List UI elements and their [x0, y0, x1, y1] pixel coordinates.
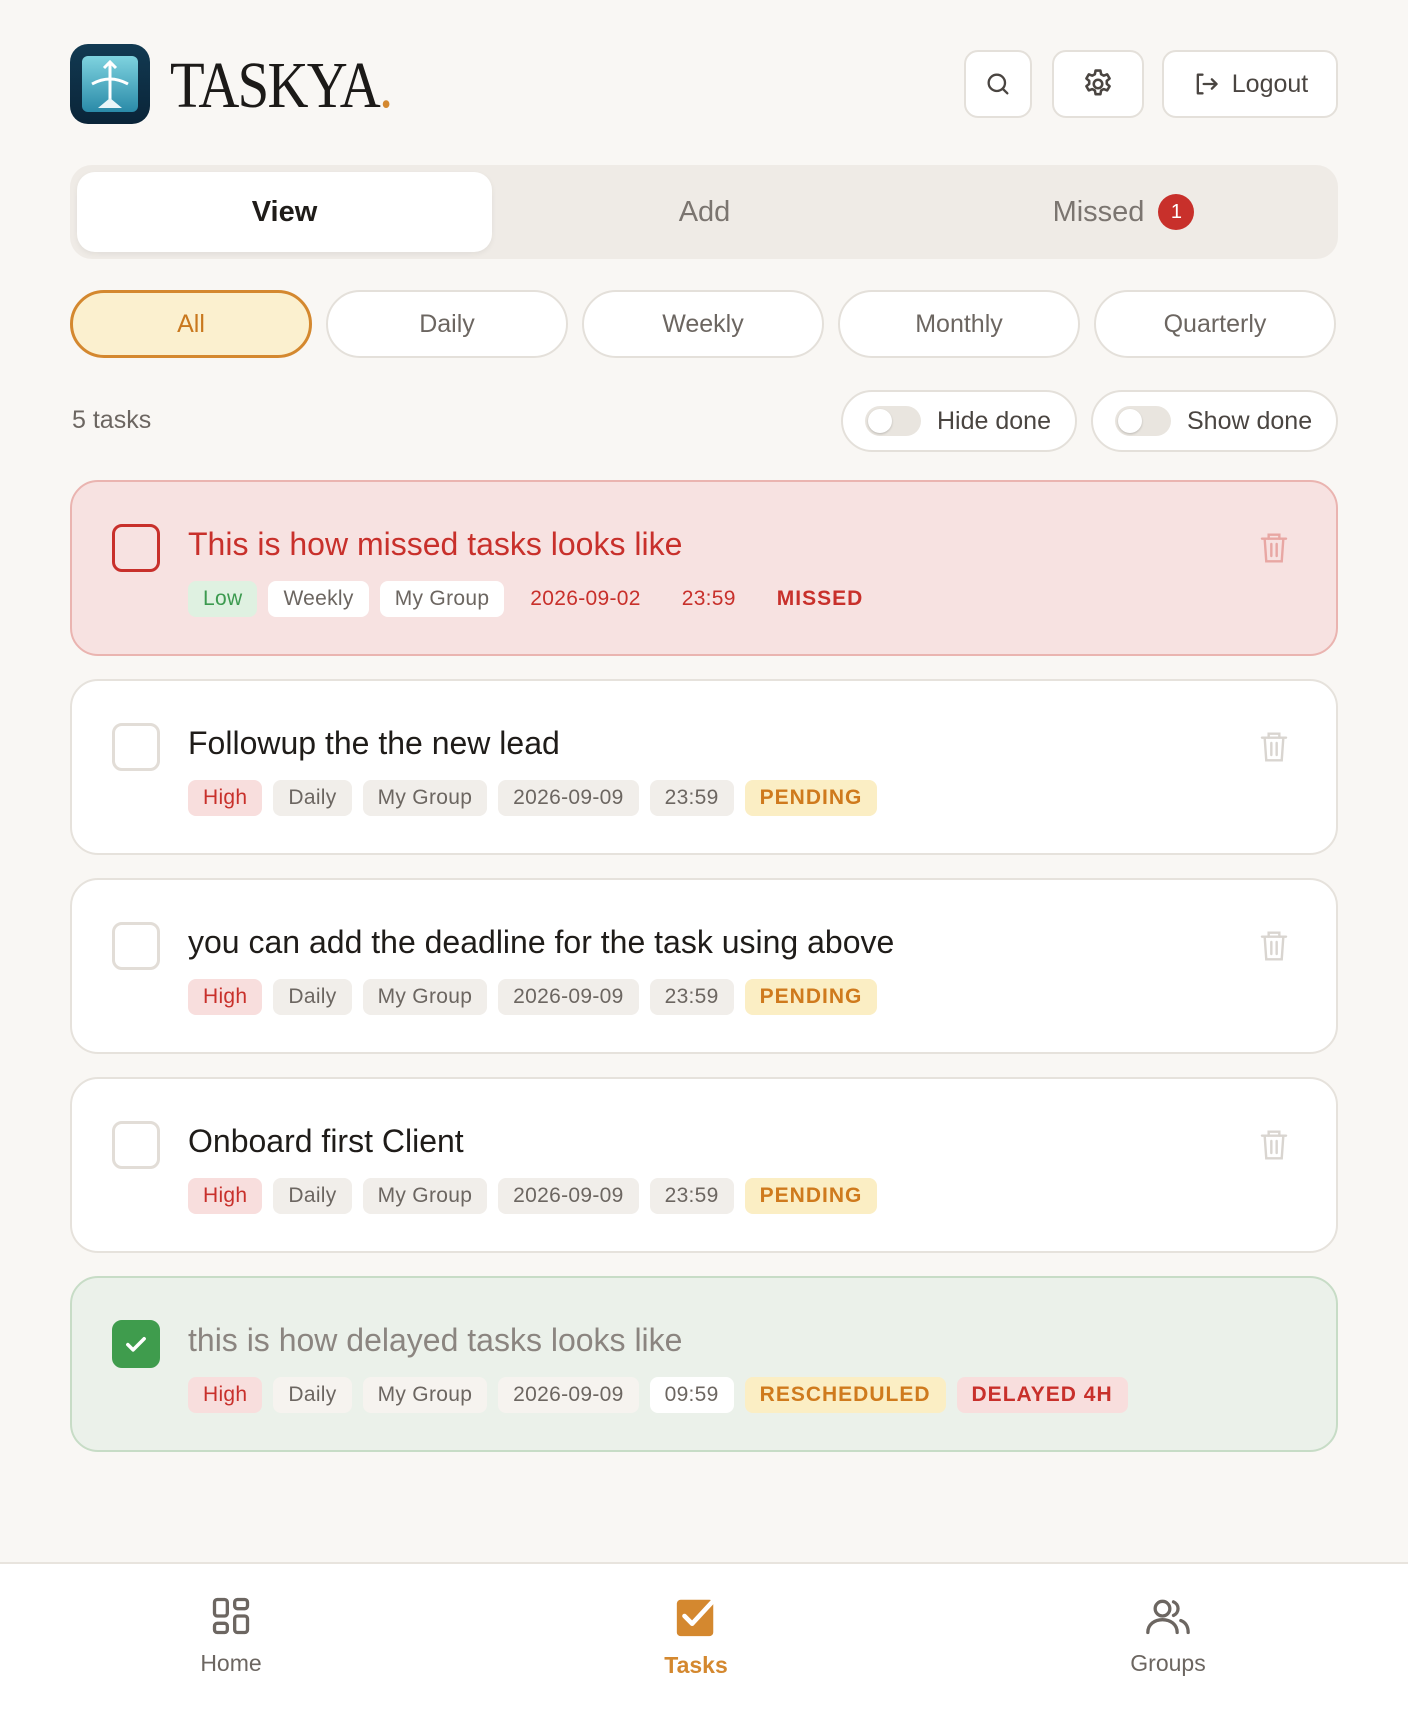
task-tags: Low Weekly My Group 2026-09-02 23:59 MIS… [188, 581, 878, 617]
task-title: you can add the deadline for the task us… [188, 924, 895, 960]
priority-tag: High [188, 780, 263, 816]
frequency-tag: Weekly [268, 581, 369, 617]
missed-count-badge: 1 [1158, 194, 1195, 230]
date-tag: 2026-09-02 [530, 587, 641, 610]
status-tag: PENDING [744, 780, 878, 816]
filter-monthly[interactable]: Monthly [838, 290, 1080, 358]
home-grid-icon [212, 1597, 250, 1635]
nav-tasks-label: Tasks [664, 1652, 728, 1678]
time-tag: 23:59 [649, 780, 734, 816]
date-tag: 2026-09-09 [498, 1178, 639, 1214]
task-card[interactable]: This is how missed tasks looks like Low … [70, 480, 1338, 656]
filter-quarterly[interactable]: Quarterly [1094, 290, 1336, 358]
task-count: 5 tasks [72, 406, 152, 434]
tab-missed[interactable]: Missed 1 [916, 172, 1331, 252]
task-title: Onboard first Client [188, 1123, 464, 1159]
frequency-tag: Daily [273, 780, 352, 816]
task-tags: High Daily My Group 2026-09-09 23:59 PEN… [188, 1178, 878, 1214]
view-tabs: View Add Missed 1 [70, 165, 1338, 259]
status-tag: PENDING [744, 979, 878, 1015]
frequency-filters: All Daily Weekly Monthly Quarterly [70, 290, 1338, 360]
show-done-toggle[interactable]: Show done [1091, 390, 1338, 452]
group-tag: My Group [362, 1377, 488, 1413]
frequency-tag: Daily [273, 1178, 352, 1214]
show-done-label: Show done [1187, 406, 1313, 435]
rescheduled-tag: RESCHEDULED [744, 1377, 946, 1413]
task-checkbox[interactable] [112, 1320, 160, 1368]
date-tag: 2026-09-09 [498, 979, 639, 1015]
task-tags: High Daily My Group 2026-09-09 23:59 PEN… [188, 780, 878, 816]
hide-done-switch[interactable] [865, 406, 921, 436]
filter-daily[interactable]: Daily [326, 290, 568, 358]
logout-label: Logout [1231, 69, 1309, 98]
app-logo [70, 44, 150, 124]
task-card[interactable]: Onboard first Client High Daily My Group… [70, 1077, 1338, 1253]
task-checkbox[interactable] [112, 1121, 160, 1169]
time-tag: 23:59 [649, 1178, 734, 1214]
frequency-tag: Daily [273, 1377, 352, 1413]
brand-name: TASKYA. [170, 49, 393, 122]
tasks-check-icon [676, 1596, 718, 1637]
tab-view[interactable]: View [77, 172, 492, 252]
priority-tag: High [188, 1377, 263, 1413]
task-checkbox[interactable] [112, 524, 160, 572]
check-icon [126, 1337, 146, 1352]
nav-home-label: Home [200, 1650, 262, 1676]
trash-icon[interactable] [1258, 530, 1290, 566]
task-title: Followup the the new lead [188, 725, 560, 761]
delayed-tag: DELAYED 4H [956, 1377, 1128, 1413]
date-tag: 2026-09-09 [498, 1377, 639, 1413]
users-icon [1146, 1599, 1190, 1635]
logout-icon [1196, 73, 1218, 95]
priority-tag: Low [188, 581, 258, 617]
task-checkbox[interactable] [112, 922, 160, 970]
trash-icon[interactable] [1258, 729, 1290, 765]
filter-weekly[interactable]: Weekly [582, 290, 824, 358]
show-done-switch[interactable] [1115, 406, 1171, 436]
task-title: this is how delayed tasks looks like [188, 1322, 683, 1358]
group-tag: My Group [362, 780, 488, 816]
priority-tag: High [188, 979, 263, 1015]
date-tag: 2026-09-09 [498, 780, 639, 816]
group-tag: My Group [379, 581, 505, 617]
nav-tasks[interactable]: Tasks [596, 1594, 796, 1704]
time-tag: 23:59 [681, 587, 736, 610]
status-tag: PENDING [744, 1178, 878, 1214]
search-icon [987, 73, 1009, 95]
hide-done-label: Hide done [937, 406, 1051, 435]
priority-tag: High [188, 1178, 263, 1214]
status-tag: MISSED [776, 587, 864, 610]
frequency-tag: Daily [273, 979, 352, 1015]
trash-icon[interactable] [1258, 1127, 1290, 1163]
task-card[interactable]: you can add the deadline for the task us… [70, 878, 1338, 1054]
time-tag: 23:59 [649, 979, 734, 1015]
logout-button[interactable]: Logout [1162, 50, 1338, 118]
task-tags: High Daily My Group 2026-09-09 23:59 PEN… [188, 979, 878, 1015]
task-tags: High Daily My Group 2026-09-09 09:59 RES… [188, 1377, 1128, 1413]
nav-groups[interactable]: Groups [1068, 1594, 1268, 1704]
nav-groups-label: Groups [1130, 1650, 1206, 1676]
hide-done-toggle[interactable]: Hide done [841, 390, 1077, 452]
task-title: This is how missed tasks looks like [188, 526, 683, 562]
group-tag: My Group [362, 1178, 488, 1214]
task-card[interactable]: this is how delayed tasks looks like Hig… [70, 1276, 1338, 1452]
settings-button[interactable] [1052, 50, 1144, 118]
gear-icon [1085, 69, 1111, 96]
task-summary-bar: 5 tasks Hide done Show done [70, 390, 1338, 452]
bottom-navigation: Home Tasks Groups [0, 1562, 1408, 1712]
app-header: TASKYA. Logout [70, 44, 1338, 124]
nav-home[interactable]: Home [131, 1594, 331, 1704]
search-button[interactable] [964, 50, 1032, 118]
task-card[interactable]: Followup the the new lead High Daily My … [70, 679, 1338, 855]
filter-all[interactable]: All [70, 290, 312, 358]
time-tag: 09:59 [649, 1377, 734, 1413]
trash-icon[interactable] [1258, 928, 1290, 964]
task-checkbox[interactable] [112, 723, 160, 771]
group-tag: My Group [362, 979, 488, 1015]
tab-add[interactable]: Add [497, 172, 912, 252]
